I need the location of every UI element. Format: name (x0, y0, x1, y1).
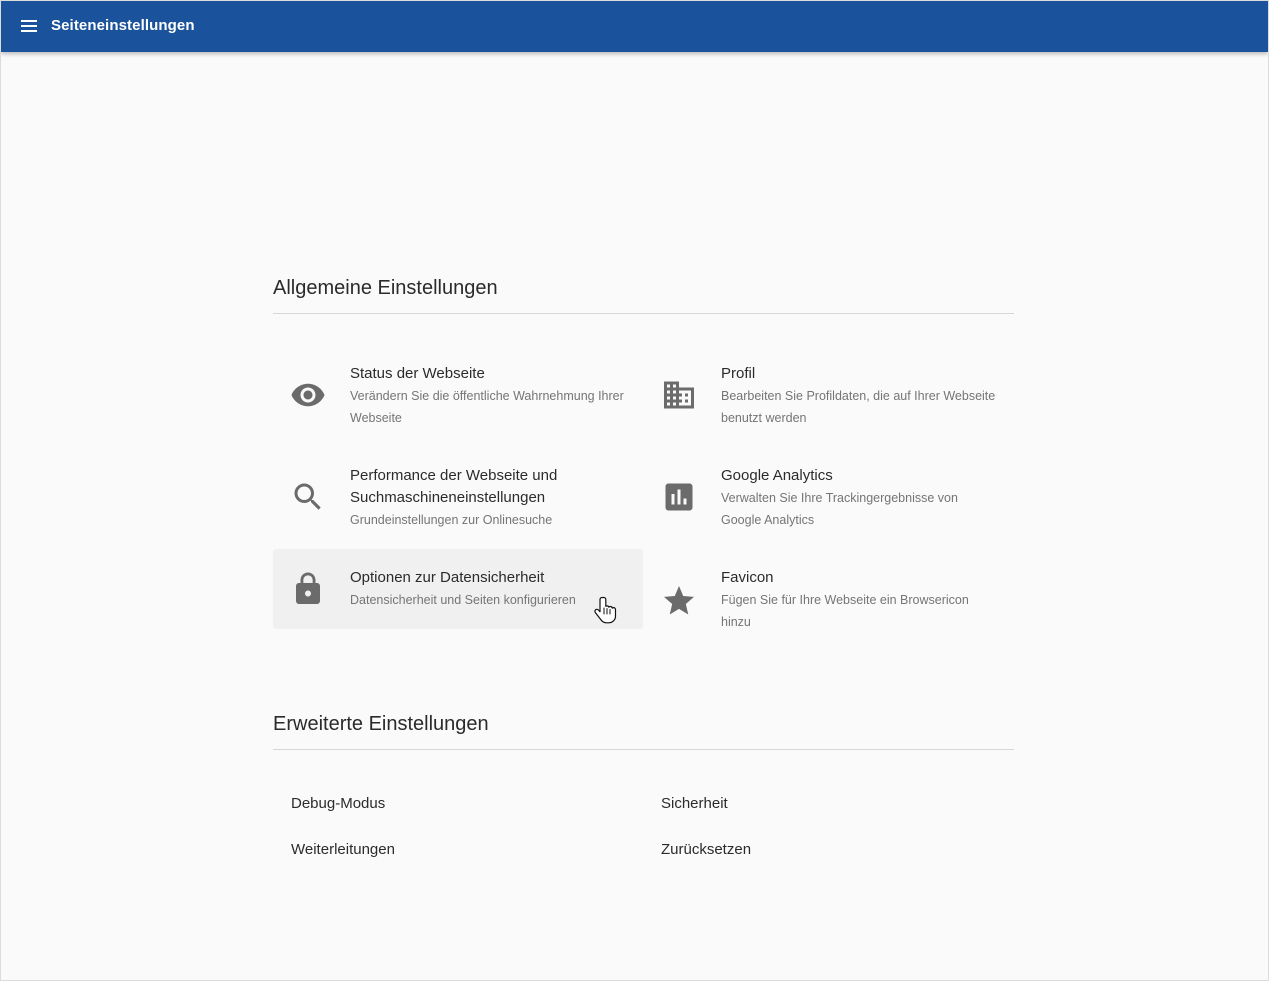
link-debug-mode[interactable]: Debug-Modus (291, 795, 385, 812)
setting-description: Bearbeiten Sie Profildaten, die auf Ihre… (721, 389, 996, 425)
hand-pointer-icon (594, 596, 617, 624)
app-bar: Seiteneinstellungen (1, 1, 1268, 52)
setting-title: Google Analytics (721, 467, 833, 484)
advanced-section-title: Erweiterte Einstellungen (273, 713, 489, 735)
setting-description: Fügen Sie für Ihre Webseite ein Browseri… (721, 593, 969, 629)
star-icon (664, 586, 694, 615)
setting-profile[interactable]: Profil Bearbeiten Sie Profildaten, die a… (644, 353, 1014, 433)
building-icon (664, 381, 694, 409)
setting-favicon[interactable]: Favicon Fügen Sie für Ihre Webseite ein … (644, 557, 1014, 637)
search-icon (294, 483, 321, 510)
setting-description: Verwalten Sie Ihre Trackingergebnisse vo… (721, 491, 958, 527)
link-redirects[interactable]: Weiterleitungen (291, 841, 395, 858)
app-window: Seiteneinstellungen Allgemeine Einstellu… (0, 0, 1269, 981)
setting-title: Favicon (721, 569, 774, 586)
app-title: Seiteneinstellungen (51, 17, 195, 34)
setting-website-status[interactable]: Status der Webseite Verändern Sie die öf… (273, 353, 643, 433)
bar-chart-icon (665, 483, 693, 511)
setting-description: Verändern Sie die öffentliche Wahrnehmun… (350, 389, 624, 425)
advanced-divider (273, 749, 1014, 750)
general-section-title: Allgemeine Einstellungen (273, 277, 498, 299)
lock-icon (296, 572, 320, 604)
setting-google-analytics[interactable]: Google Analytics Verwalten Sie Ihre Trac… (644, 455, 1014, 535)
link-reset[interactable]: Zurücksetzen (661, 841, 751, 858)
link-security[interactable]: Sicherheit (661, 795, 728, 812)
eye-icon (291, 383, 325, 407)
setting-title: Profil (721, 365, 756, 382)
setting-title: Status der Webseite (350, 365, 485, 382)
setting-data-security[interactable]: Optionen zur Datensicherheit Datensicher… (273, 549, 643, 629)
setting-description: Grundeinstellungen zur Onlinesuche (350, 513, 553, 527)
general-divider (273, 313, 1014, 314)
setting-title: Performance der Webseite und Suchmaschin… (350, 467, 558, 506)
setting-performance-seo[interactable]: Performance der Webseite und Suchmaschin… (273, 455, 643, 535)
setting-title: Optionen zur Datensicherheit (350, 569, 545, 586)
menu-icon[interactable] (19, 17, 39, 35)
setting-description: Datensicherheit und Seiten konfigurieren (350, 593, 576, 607)
